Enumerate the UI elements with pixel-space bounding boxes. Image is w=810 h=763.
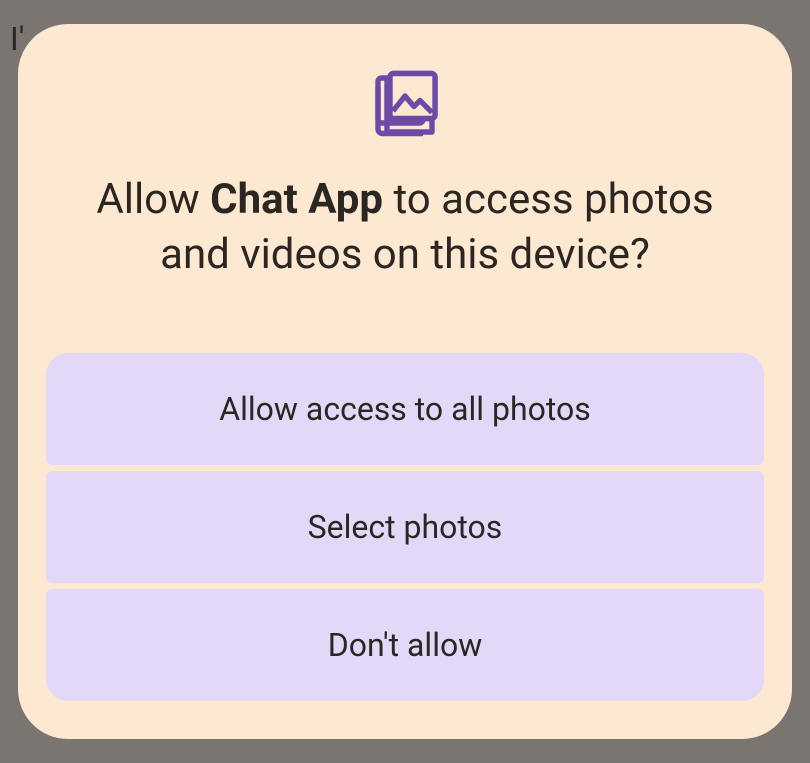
backdrop-partial-text: I' [10,20,24,58]
photo-gallery-icon [369,69,441,145]
dont-allow-button[interactable]: Don't allow [46,589,764,701]
select-photos-button[interactable]: Select photos [46,471,764,583]
permission-options: Allow access to all photos Select photos… [46,353,764,701]
title-prefix: Allow [96,175,210,224]
permission-dialog: Allow Chat App to access photos and vide… [18,24,792,738]
app-name: Chat App [210,175,383,224]
allow-all-button[interactable]: Allow access to all photos [46,353,764,465]
permission-title: Allow Chat App to access photos and vide… [46,173,764,282]
